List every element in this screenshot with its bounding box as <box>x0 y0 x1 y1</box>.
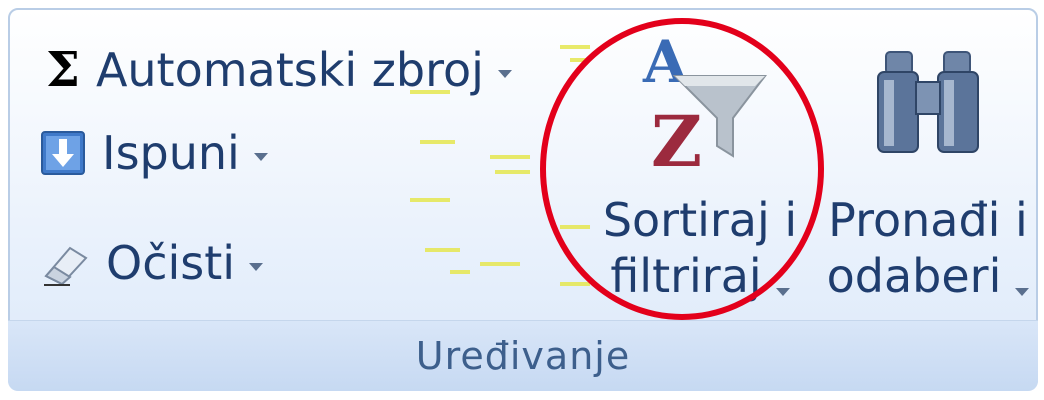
binoculars-icon <box>877 51 979 153</box>
eraser-icon <box>44 246 88 286</box>
chevron-down-icon[interactable] <box>775 288 790 296</box>
autosum-label: Automatski zbroj <box>95 43 484 97</box>
find-select-button[interactable]: Pronađi i odaberi <box>818 28 1038 304</box>
sort-filter-button[interactable]: A Z Sortiraj i filtriraj <box>590 28 810 304</box>
fill-button[interactable]: Ispuni <box>40 126 268 180</box>
autosum-button[interactable]: Σ Automatski zbroj <box>46 42 512 98</box>
clear-button[interactable]: Očisti <box>40 236 264 290</box>
fill-label: Ispuni <box>102 126 240 180</box>
sort-filter-label-line2-row: filtriraj <box>590 248 810 304</box>
find-select-label-line2-row: odaberi <box>818 248 1038 304</box>
sort-filter-label-line2: filtriraj <box>610 249 762 303</box>
clear-label: Očisti <box>106 236 236 290</box>
sort-filter-label-line1: Sortiraj i <box>602 193 798 247</box>
sigma-icon: Σ <box>46 42 80 98</box>
chevron-down-icon[interactable] <box>249 263 264 271</box>
chevron-down-icon[interactable] <box>253 153 268 161</box>
chevron-down-icon[interactable] <box>497 70 512 78</box>
svg-text:Z: Z <box>651 100 702 178</box>
svg-text:A: A <box>642 28 689 96</box>
group-title: Uređivanje <box>415 334 631 378</box>
sort-az-funnel-icon: A Z <box>642 28 768 178</box>
chevron-down-icon[interactable] <box>1015 288 1030 296</box>
fill-down-icon <box>41 131 85 175</box>
group-footer: Uređivanje <box>8 320 1038 391</box>
find-select-label-line2: odaberi <box>826 249 1002 303</box>
find-select-label-line1: Pronađi i <box>828 193 1028 247</box>
